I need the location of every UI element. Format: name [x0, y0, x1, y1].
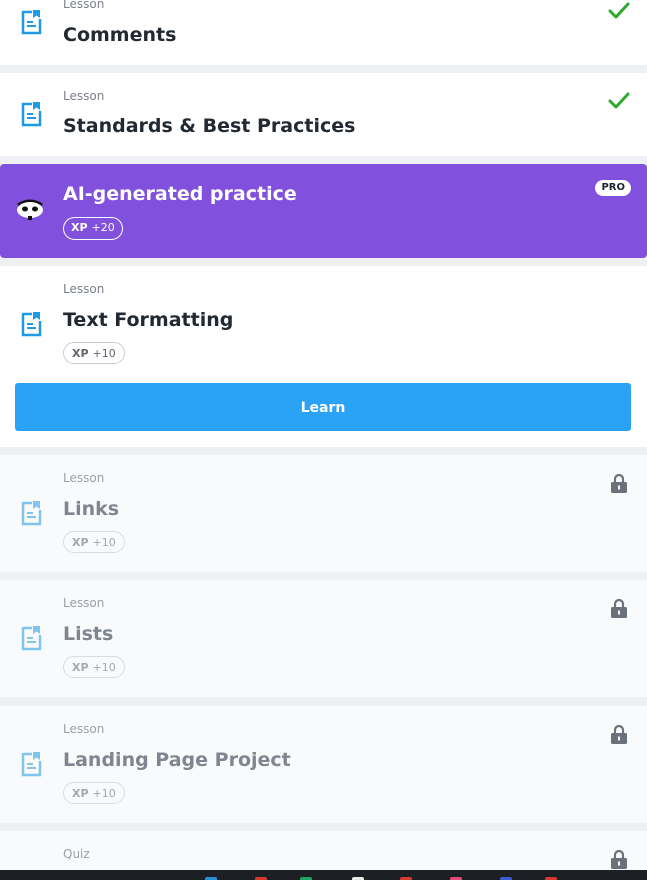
pro-badge: PRO — [595, 180, 631, 196]
lesson-doc-icon — [21, 10, 42, 35]
lesson-card-standards[interactable]: Lesson Standards & Best Practices — [0, 73, 647, 156]
lesson-title: Standards & Best Practices — [63, 115, 356, 137]
lesson-title: Comments — [63, 24, 177, 46]
xp-label: XP — [72, 347, 89, 360]
lesson-type: Lesson — [63, 89, 105, 103]
lesson-card-lists[interactable]: Lesson Lists XP +10 — [0, 580, 647, 697]
xp-badge: XP +10 — [63, 782, 125, 804]
os-taskbar — [0, 870, 647, 880]
xp-value: +10 — [92, 787, 116, 800]
lock-icon — [611, 725, 627, 744]
ai-practice-title: AI-generated practice — [63, 183, 297, 205]
xp-badge: XP +10 — [63, 342, 125, 364]
xp-label: XP — [72, 661, 89, 674]
lesson-doc-icon — [21, 312, 42, 337]
lesson-type: Lesson — [63, 596, 105, 610]
ai-practice-card[interactable]: AI-generated practice XP +20 PRO — [0, 164, 647, 258]
xp-label: XP — [72, 787, 89, 800]
lesson-card-comments[interactable]: Lesson Comments — [0, 0, 647, 65]
lesson-doc-icon — [21, 626, 42, 651]
lesson-type: Quiz — [63, 847, 90, 861]
xp-value: +20 — [91, 221, 115, 234]
lesson-card-links[interactable]: Lesson Links XP +10 — [0, 455, 647, 572]
lesson-doc-icon — [21, 752, 42, 777]
xp-value: +10 — [92, 661, 116, 674]
lock-icon — [611, 599, 627, 618]
xp-value: +10 — [92, 347, 116, 360]
lesson-doc-icon — [21, 501, 42, 526]
lesson-type: Lesson — [63, 0, 105, 11]
lesson-title: Landing Page Project — [63, 749, 291, 771]
xp-badge: XP +20 — [63, 217, 123, 240]
xp-label: XP — [72, 536, 89, 549]
lesson-type: Lesson — [63, 722, 105, 736]
lock-icon — [611, 474, 627, 493]
check-icon — [608, 92, 630, 109]
lesson-title: Lists — [63, 623, 114, 645]
xp-value: +10 — [92, 536, 116, 549]
xp-badge: XP +10 — [63, 531, 125, 553]
lesson-doc-icon — [21, 102, 42, 127]
learn-button[interactable]: Learn — [15, 383, 631, 431]
check-icon — [608, 2, 630, 19]
lesson-title: Text Formatting — [63, 309, 234, 331]
lesson-type: Lesson — [63, 282, 105, 296]
lesson-title: Links — [63, 498, 120, 520]
xp-label: XP — [71, 221, 88, 234]
lesson-card-landing-page-project[interactable]: Lesson Landing Page Project XP +10 — [0, 706, 647, 823]
xp-badge: XP +10 — [63, 656, 125, 678]
lesson-type: Lesson — [63, 471, 105, 485]
bot-face-icon — [17, 199, 43, 220]
lock-icon — [611, 850, 627, 869]
